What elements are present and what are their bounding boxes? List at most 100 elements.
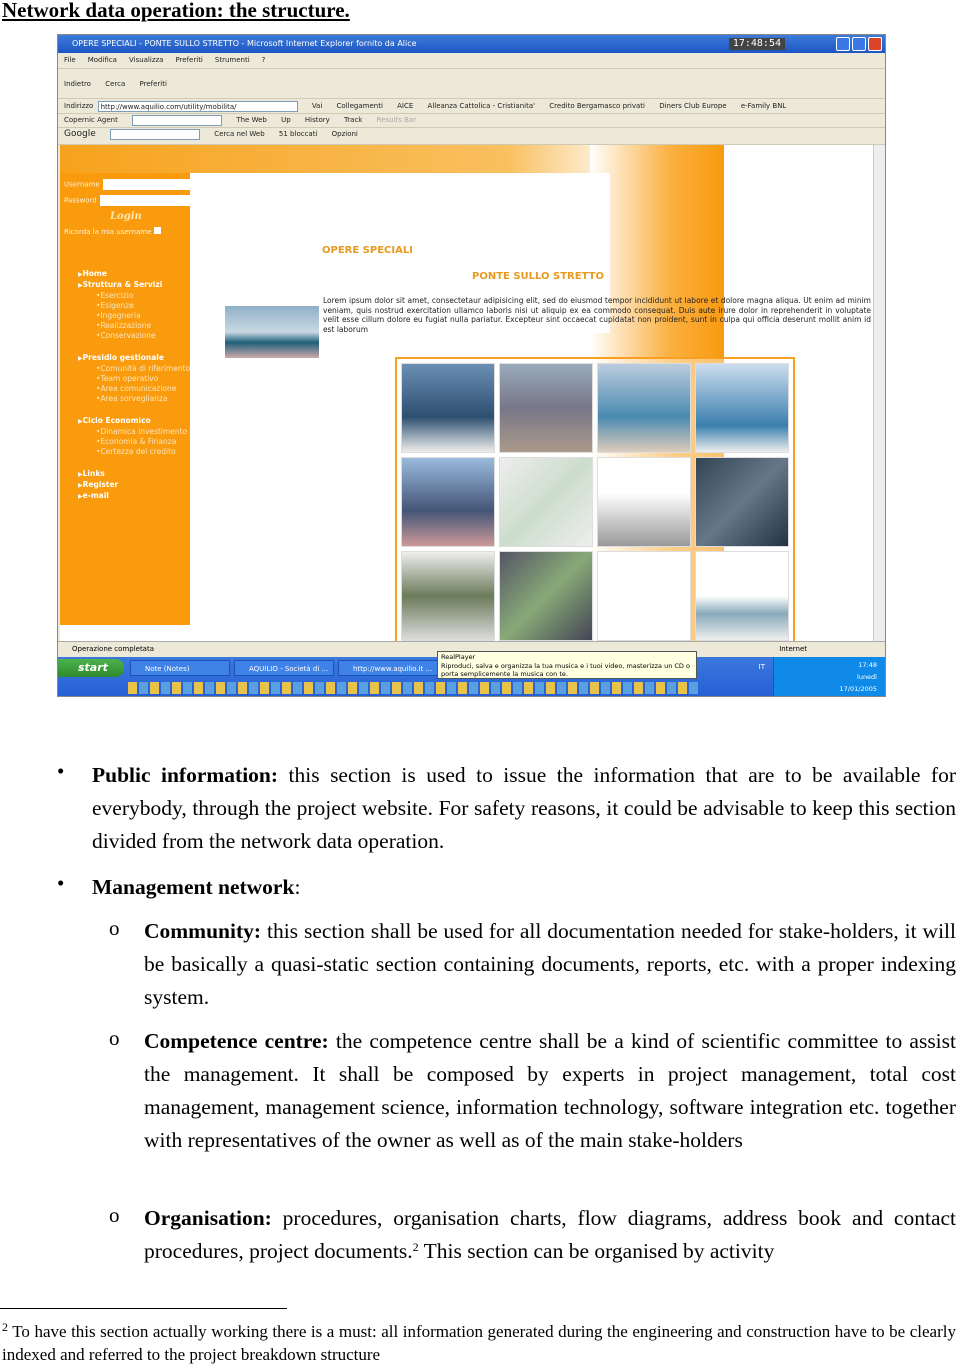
paragraph-organisation: Organisation: procedures, organisation c…	[144, 1202, 956, 1268]
gallery-thumb	[499, 457, 593, 547]
tooltip-text: Riproduci, salva e organizza la tua musi…	[441, 661, 690, 679]
gallery-thumb	[695, 457, 789, 547]
term: Public information:	[92, 763, 279, 787]
nav-subitem: Ingegneria	[78, 311, 190, 321]
menu-item: Strumenti	[214, 56, 250, 64]
paragraph-management-network: Management network:	[92, 871, 956, 904]
remember-checkbox	[153, 227, 161, 234]
nav-item: Home	[78, 269, 190, 280]
tray-day: lunedì	[857, 673, 877, 681]
maximize-icon	[852, 37, 866, 51]
copernic-track: Track	[344, 116, 363, 124]
window-controls	[836, 37, 882, 51]
nav-subitem: Realizzazione	[78, 321, 190, 331]
bridge-image	[225, 306, 319, 358]
security-zone: Internet	[779, 645, 807, 653]
password-input	[99, 195, 192, 206]
taskbar: start Note (Notes) AQUILIO - Società di …	[58, 651, 885, 696]
google-options: Opzioni	[331, 130, 358, 138]
image-gallery	[395, 357, 795, 641]
footnote: 2 To have this section actually working …	[2, 1320, 956, 1366]
username-input	[102, 179, 201, 190]
paragraph-public-information: Public information: this section is used…	[92, 759, 956, 858]
nav-subitem: Conservazione	[78, 331, 190, 341]
login-form: Username Password Login Ricorda la mia u…	[64, 179, 201, 241]
gallery-thumb	[695, 363, 789, 453]
gallery-thumb	[499, 363, 593, 453]
menu-bar: File Modifica Visualizza Preferiti Strumenti…	[58, 53, 885, 69]
menu-item: ?	[261, 56, 266, 64]
copernic-label: Copernic Agent	[64, 116, 118, 124]
address-label: Indirizzo	[64, 102, 94, 110]
footnote-number: 2	[2, 1320, 8, 1334]
nav-subitem: Certezza del credito	[78, 447, 190, 457]
section-title: Network data operation: the structure.	[2, 0, 350, 22]
site-subheading: PONTE SULLO STRETTO	[472, 271, 604, 282]
sub-bullet: o	[109, 1026, 120, 1050]
username-label: Username	[64, 180, 100, 189]
copernic-history: History	[304, 116, 330, 124]
tray-time: 17:48	[858, 661, 877, 669]
menu-item: Modifica	[87, 56, 117, 64]
site-heading: OPERE SPECIALI	[322, 245, 413, 256]
paragraph-community: Community: this section shall be used fo…	[144, 915, 956, 1014]
nav-subitem: Esercizio	[78, 291, 190, 301]
link: Credito Bergamasco privati	[549, 102, 645, 110]
term: Management network	[92, 875, 295, 899]
address-bar: Indirizzo http://www.aquilio.com/utility…	[58, 99, 885, 114]
favorites-button: Preferiti	[139, 80, 167, 88]
nav-item: Register	[78, 480, 190, 491]
status-text: Operazione completata	[72, 645, 155, 653]
popup-blocked: 51 bloccati	[278, 130, 318, 138]
header-strip	[60, 145, 874, 173]
nav-item: Ciclo Economico	[78, 416, 190, 427]
toolbar: Indietro Cerca Preferiti	[58, 69, 885, 99]
system-tray: 17:48 lunedì 17/01/2005	[773, 657, 885, 696]
description-tail: This section can be organised by activit…	[418, 1239, 775, 1263]
nav-subitem: Area comunicazione	[78, 384, 190, 394]
description: this section shall be used for all docum…	[144, 919, 956, 1009]
copernic-toolbar: Copernic Agent The Web Up History Track …	[58, 113, 885, 128]
start-button: start	[58, 659, 124, 677]
colon: :	[294, 875, 301, 899]
login-button: Login	[110, 211, 142, 222]
nav-subitem: Dinamica investimento	[78, 427, 190, 437]
link: Alleanza Cattolica - Cristianita'	[427, 102, 536, 110]
gallery-thumb	[597, 363, 691, 453]
minimize-icon	[836, 37, 850, 51]
sub-bullet: o	[109, 916, 120, 940]
link: Diners Club Europe	[659, 102, 727, 110]
term: Community:	[144, 919, 262, 943]
menu-item: File	[64, 56, 76, 64]
back-button: Indietro	[64, 80, 91, 88]
nav-item: Presidio gestionale	[78, 353, 190, 364]
taskbar-item: Note (Notes)	[130, 660, 230, 676]
copernic-input	[132, 114, 223, 126]
quick-launch-icons	[128, 682, 698, 694]
web-page: Username Password Login Ricorda la mia u…	[60, 145, 874, 641]
nav-item: e-mail	[78, 491, 190, 502]
clock: 17:48:54	[728, 38, 785, 50]
link: AICE	[397, 102, 414, 110]
copernic-up: Up	[281, 116, 291, 124]
footnote-ref[interactable]: 2	[413, 1240, 419, 1254]
google-logo: Google	[64, 129, 96, 139]
copernic-results: Results Bar	[376, 116, 417, 124]
footnote-text: To have this section actually working th…	[2, 1322, 956, 1364]
footnote-separator	[0, 1308, 287, 1309]
scrollbar	[873, 145, 885, 641]
nav-subitem: Comunità di riferimento	[78, 364, 190, 374]
broken-image-icon	[597, 551, 691, 641]
nav-subitem: Area sorveglianza	[78, 394, 190, 404]
address-input: http://www.aquilio.com/utility/mobilita/	[97, 100, 298, 112]
google-input	[109, 128, 200, 140]
sub-bullet: o	[109, 1203, 120, 1227]
tooltip: RealPlayer Riproduci, salva e organizza l…	[437, 651, 697, 679]
nav-subitem: Team operativo	[78, 374, 190, 384]
lorem-text: Lorem ipsum dolor sit amet, consectetaur…	[223, 296, 871, 358]
taskbar-item: AQUILIO - Società di ...	[234, 660, 334, 676]
menu-item: Preferiti	[175, 56, 203, 64]
